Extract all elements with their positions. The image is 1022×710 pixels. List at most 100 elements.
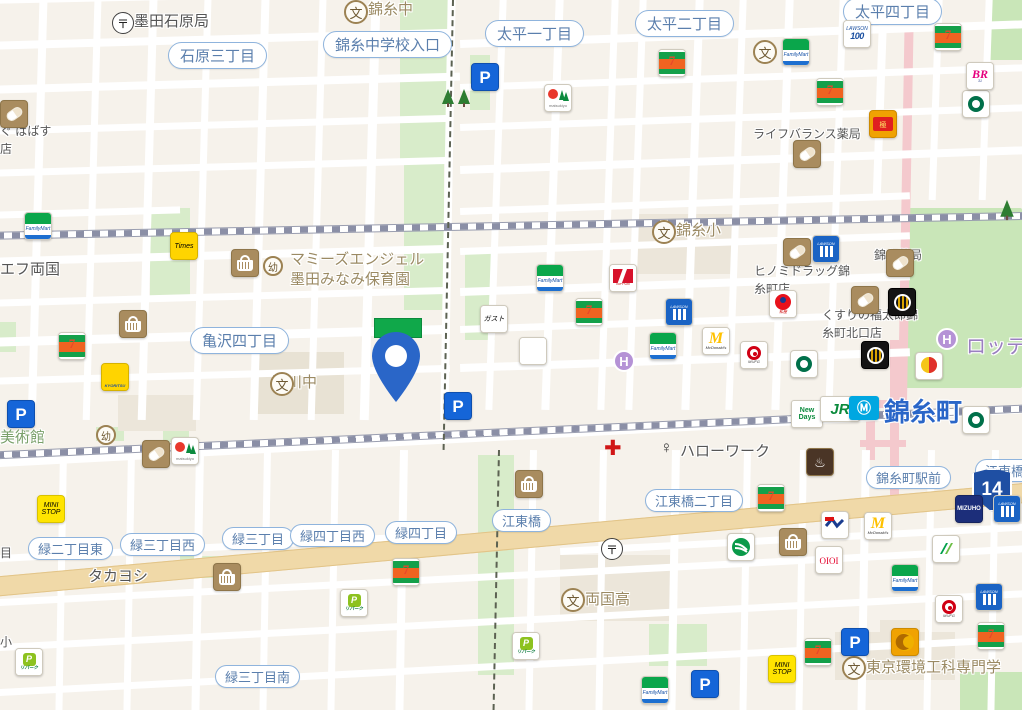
parking-sign-icon[interactable]: P xyxy=(841,628,869,656)
place-label[interactable]: 緑二丁目東 xyxy=(28,537,114,560)
place-label[interactable]: 緑四丁目西 xyxy=(290,524,376,547)
familymart-icon[interactable]: FamilyMart xyxy=(649,332,677,360)
place-label[interactable]: 太平一丁目 xyxy=(485,20,585,47)
parking-sign-icon[interactable]: P xyxy=(471,63,499,91)
sports-shop-icon[interactable] xyxy=(821,511,849,539)
drugstore-icon[interactable] xyxy=(793,140,821,168)
ministop-icon[interactable]: MINI STOP xyxy=(37,495,65,523)
drugstore-icon[interactable] xyxy=(886,249,914,277)
poi-label-ryogoku[interactable]: エフ両国 xyxy=(0,258,60,279)
station-name-label[interactable]: 錦糸町 xyxy=(884,392,962,429)
poi-label-nursery1[interactable]: マミーズエンジェル xyxy=(290,248,424,269)
nursery-icon[interactable]: 幼 xyxy=(96,425,116,445)
seven-eleven-icon[interactable]: 7 xyxy=(392,558,420,586)
newdays-icon[interactable]: New Days xyxy=(791,400,823,428)
nippon-rentacar-icon[interactable]: NIPPON xyxy=(609,264,637,292)
poi-label-school[interactable]: 錦糸中 xyxy=(368,0,413,19)
repark-icon[interactable]: P リパーク xyxy=(15,648,43,676)
school-icon[interactable]: 文 xyxy=(270,372,294,396)
starbucks-icon[interactable] xyxy=(962,90,990,118)
place-label[interactable]: 江東橋 xyxy=(492,509,552,532)
poi-label-museum[interactable]: 美術館 xyxy=(0,426,45,447)
tullys-coffee-icon[interactable] xyxy=(519,337,547,365)
store-icon[interactable] xyxy=(515,470,543,498)
smbc-icon[interactable] xyxy=(932,535,960,563)
mcdonalds-icon[interactable]: M McDonald's xyxy=(864,512,892,540)
times-parking-icon[interactable]: Times xyxy=(170,232,198,260)
poi-label-hellowork[interactable]: ハローワーク xyxy=(680,440,770,461)
poi-label-nursery2[interactable]: 墨田みなみ保育園 xyxy=(290,268,410,289)
repark-icon[interactable]: P リパーク xyxy=(512,632,540,660)
school-icon[interactable]: 文 xyxy=(652,220,676,244)
place-label[interactable]: 錦糸中学校入口 xyxy=(323,31,453,58)
coffee-shop-icon[interactable]: ♨ xyxy=(806,448,834,476)
post-office-icon[interactable]: 〒 xyxy=(601,538,623,560)
seven-eleven-icon[interactable]: 7 xyxy=(816,78,844,106)
seven-eleven-icon[interactable]: 7 xyxy=(757,484,785,512)
drugstore-icon[interactable] xyxy=(851,286,879,314)
poi-label-chome[interactable]: 目 xyxy=(0,544,12,561)
kyoritsu-icon[interactable]: KYORITSU xyxy=(101,363,129,391)
poi-label-ryogoku-koko[interactable]: 両国高 xyxy=(585,588,630,609)
mcdonalds-icon[interactable]: M McDonald's xyxy=(702,327,730,355)
parking-sign-icon[interactable]: P xyxy=(7,400,35,428)
drugstore-icon[interactable] xyxy=(142,440,170,468)
lawson-icon[interactable]: LAWSON xyxy=(665,298,693,326)
place-label[interactable]: 亀沢四丁目 xyxy=(190,327,290,354)
drugstore-icon[interactable] xyxy=(783,238,811,266)
orange-shop-icon[interactable] xyxy=(891,628,919,656)
tokyo-metro-icon[interactable]: Ⓜ xyxy=(849,396,879,420)
seven-eleven-icon[interactable]: 7 xyxy=(804,638,832,666)
drugstore-icon[interactable] xyxy=(0,100,28,128)
repark-icon[interactable]: P リパーク xyxy=(340,589,368,617)
poi-label-shop-cont[interactable]: 店 xyxy=(0,140,12,157)
parking-sign-icon[interactable]: P xyxy=(691,670,719,698)
familymart-icon[interactable]: FamilyMart xyxy=(891,564,919,592)
ministop-icon[interactable]: MINI STOP xyxy=(768,655,796,683)
lotteria-icon[interactable] xyxy=(915,352,943,380)
poi-label-sho[interactable]: 小 xyxy=(0,633,12,650)
place-label[interactable]: 石原三丁目 xyxy=(168,42,268,69)
seven-eleven-icon[interactable]: 7 xyxy=(934,23,962,51)
school-icon[interactable]: 文 xyxy=(753,40,777,64)
baskin-robbins-icon[interactable]: BR 31 xyxy=(966,62,994,90)
marui-icon[interactable]: OIOI xyxy=(815,546,843,574)
hospital-badge-icon[interactable]: H xyxy=(936,328,958,350)
store-icon[interactable] xyxy=(231,249,259,277)
school-icon[interactable]: 文 xyxy=(344,0,368,24)
poi-label-tokyo-kankyo[interactable]: 東京環境工科専門学 xyxy=(866,656,1001,677)
lawson-icon[interactable]: LAWSON xyxy=(993,495,1021,523)
seven-eleven-icon[interactable]: 7 xyxy=(658,49,686,77)
familymart-icon[interactable]: FamilyMart xyxy=(24,212,52,240)
place-label[interactable]: 太平二丁目 xyxy=(635,10,735,37)
lawson-icon[interactable]: LAWSON xyxy=(975,583,1003,611)
poi-label-lotte[interactable]: ロッテ xyxy=(966,330,1022,359)
school-icon[interactable]: 文 xyxy=(561,588,585,612)
yucho-bank-icon[interactable] xyxy=(727,533,755,561)
starbucks-icon[interactable] xyxy=(962,406,990,434)
parking-sign-icon[interactable]: P xyxy=(444,392,472,420)
poi-label-fukutaro2[interactable]: 糸町北口店 xyxy=(822,324,882,341)
familymart-icon[interactable]: FamilyMart xyxy=(536,264,564,292)
poi-label-takayoshi[interactable]: タカヨシ xyxy=(88,565,148,586)
mufg-icon[interactable]: MUFG xyxy=(935,595,963,623)
gusto-icon[interactable]: ガスト xyxy=(480,305,508,333)
starbucks-icon[interactable] xyxy=(790,350,818,378)
familymart-icon[interactable]: FamilyMart xyxy=(782,38,810,66)
place-label[interactable]: 緑三丁目南 xyxy=(215,665,301,688)
store-icon[interactable] xyxy=(119,310,147,338)
mufg-icon[interactable]: MUFG xyxy=(740,341,768,369)
post-office-icon[interactable]: 〒 xyxy=(112,12,134,34)
lawson-100-icon[interactable]: LAWSON 100 xyxy=(843,20,871,48)
school-icon[interactable]: 文 xyxy=(842,656,866,680)
place-label[interactable]: 江東橋二丁目 xyxy=(645,489,744,512)
place-label[interactable]: 緑四丁目 xyxy=(385,521,458,544)
map-canvas[interactable]: 石原三丁目 錦糸中学校入口 太平一丁目 太平二丁目 太平四丁目 亀沢四丁目 緑二… xyxy=(0,0,1022,710)
poi-label-post[interactable]: 墨田石原局 xyxy=(134,10,209,31)
familymart-icon[interactable]: FamilyMart xyxy=(641,676,669,704)
store-icon[interactable] xyxy=(779,528,807,556)
matsumoto-kiyoshi-icon[interactable]: matsukiyo xyxy=(544,84,572,112)
pachinko-icon[interactable] xyxy=(861,341,889,369)
seven-eleven-icon[interactable]: 7 xyxy=(575,298,603,326)
poi-label-kinshi-sho[interactable]: 錦糸小 xyxy=(676,219,721,240)
